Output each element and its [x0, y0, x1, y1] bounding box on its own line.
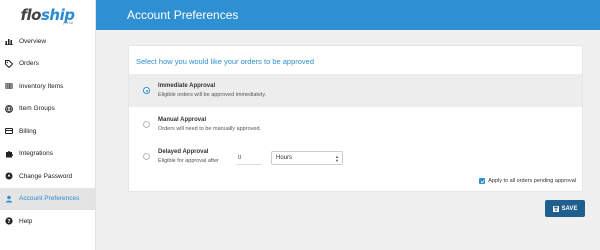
- sidebar-item-inventory-items[interactable]: Inventory Items: [0, 75, 95, 98]
- sidebar-item-integrations[interactable]: Integrations: [0, 143, 95, 166]
- option-description: Eligible orders will be approved immedia…: [158, 92, 267, 98]
- barcode-icon: [5, 82, 13, 90]
- sidebar: floship portal Overview Orders Inventory…: [0, 0, 96, 250]
- svg-text:?: ?: [7, 219, 10, 225]
- sidebar-item-account-preferences[interactable]: Account Preferences: [0, 187, 95, 210]
- sidebar-item-label: Help: [19, 217, 33, 225]
- checkmark-icon: [480, 179, 485, 183]
- sidebar-item-label: Overview: [19, 37, 47, 45]
- tag-icon: [5, 59, 13, 68]
- sidebar-item-label: Orders: [19, 60, 39, 68]
- floship-logo[interactable]: floship portal: [0, 0, 95, 30]
- select-arrows-icon: ▲ ▼: [335, 154, 339, 163]
- option-title: Delayed Approval: [158, 149, 209, 155]
- radio-manual-approval[interactable]: [143, 121, 150, 128]
- bar-chart-icon: [5, 37, 13, 46]
- apply-label: Apply to all orders pending approval: [488, 178, 576, 184]
- delay-amount-input[interactable]: [236, 152, 262, 165]
- floppy-disk-icon: [552, 205, 559, 212]
- sidebar-item-change-password[interactable]: Change Password: [0, 165, 95, 188]
- sidebar-item-orders[interactable]: Orders: [0, 53, 95, 76]
- option-title: Manual Approval: [158, 117, 207, 123]
- sidebar-item-help[interactable]: ? Help: [0, 210, 95, 233]
- save-label: SAVE: [561, 205, 578, 212]
- puzzle-icon: [5, 150, 13, 158]
- sidebar-item-label: Item Groups: [19, 105, 55, 113]
- option-immediate-approval[interactable]: Immediate Approval Eligible orders will …: [129, 74, 582, 107]
- option-manual-approval[interactable]: Manual Approval Orders will need to be m…: [129, 108, 582, 141]
- page-title: Account Preferences: [127, 8, 239, 22]
- option-title: Immediate Approval: [158, 83, 216, 89]
- sidebar-item-label: Change Password: [19, 172, 73, 180]
- save-button[interactable]: SAVE: [545, 200, 585, 217]
- sidebar-item-label: Integrations: [19, 150, 53, 158]
- approval-heading: Select how you would like your orders to…: [136, 57, 315, 66]
- apply-to-pending[interactable]: Apply to all orders pending approval: [479, 178, 576, 184]
- user-icon: [5, 195, 13, 203]
- question-icon: ?: [5, 217, 13, 225]
- globe-icon: [5, 104, 13, 113]
- delay-unit-select[interactable]: Hours ▲ ▼: [271, 151, 343, 165]
- option-description: Eligible for approval after: [158, 158, 219, 164]
- sidebar-item-item-groups[interactable]: Item Groups: [0, 98, 95, 121]
- page-header: Account Preferences: [96, 0, 600, 30]
- sidebar-item-label: Account Preferences: [19, 195, 80, 203]
- sidebar-item-billing[interactable]: Billing: [0, 120, 95, 143]
- preferences-card: Select how you would like your orders to…: [128, 45, 583, 192]
- logo-subtext: portal: [62, 20, 73, 25]
- sidebar-item-overview[interactable]: Overview: [0, 30, 95, 53]
- sidebar-item-label: Billing: [19, 127, 37, 135]
- option-delayed-approval[interactable]: Delayed Approval Eligible for approval a…: [129, 140, 582, 173]
- delay-unit-value: Hours: [276, 155, 293, 161]
- option-description: Orders will need to be manually approved…: [158, 126, 262, 132]
- apply-checkbox[interactable]: [479, 178, 486, 184]
- logo-text-part1: flo: [20, 6, 42, 24]
- radio-immediate-approval[interactable]: [143, 87, 150, 94]
- radio-delayed-approval[interactable]: [143, 153, 150, 160]
- lock-icon: [5, 172, 13, 180]
- sidebar-item-label: Inventory Items: [19, 82, 64, 90]
- credit-card-icon: [5, 127, 13, 135]
